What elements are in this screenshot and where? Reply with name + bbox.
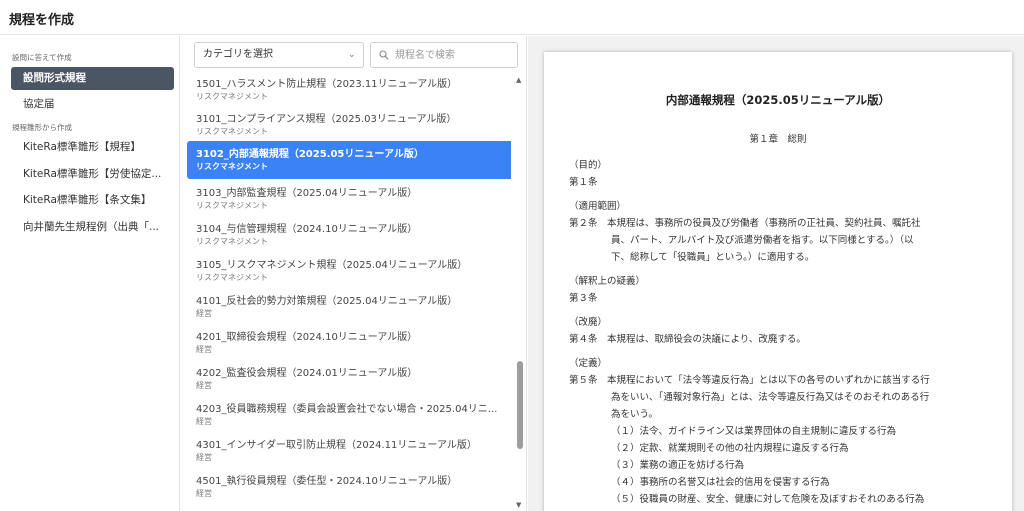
rule-list: 1501_ハラスメント防止規程（2023.11リニューアル版） リスクマネジメン… [181,74,511,511]
list-item-category: 経営 [196,453,212,462]
chevron-down-icon: ⌄ [347,49,356,60]
scroll-up-icon[interactable]: ▲ [516,76,521,84]
doc-line: 第２条 本規程は、事務所の役員及び労働者（事務所の正社員、契約社員、嘱託社 [569,218,921,229]
list-item-category: リスクマネジメント [196,162,268,171]
doc-line: 第４条 本規程は、取締役会の決議により、改廃する。 [569,334,806,345]
sidebar-item-kitera-clauses[interactable]: KiteRa標準雛形【条文集】 [11,189,174,212]
scrollbar-thumb[interactable] [517,361,523,449]
list-item[interactable]: 4501_執行役員規程（委任型・2024.10リニューアル版） 経営 [187,469,511,503]
search-input[interactable] [395,46,513,64]
sidebar-section-questions: 設問に答えて作成 [12,53,72,62]
list-item-category: 経営 [196,345,212,354]
doc-line: （１）法令、ガイドライン又は業界団体の自主規制に違反する行為 [611,426,897,437]
sidebar-item-agreement[interactable]: 協定届 [11,93,174,116]
search-icon [379,50,389,60]
sidebar-section-templates: 規程雛形から作成 [12,123,72,132]
doc-line: （改廃） [569,317,608,328]
doc-line: （解釈上の疑義） [569,276,646,287]
list-item-title: 3103_内部監査規程（2025.04リニューアル版） [196,188,418,199]
document-preview-pane: 内部通報規程（2025.05リニューアル版） 第１章 総則 （目的） 第１条 （… [528,36,1024,511]
doc-line: 為をいい、「通報対象行為」とは、法令等違反行為又はそのおそれのある行 [611,392,930,403]
list-item-title: 4101_反社会的勢力対策規程（2025.04リニューアル版） [196,296,458,307]
list-item-category: リスクマネジメント [196,201,268,210]
list-item-category: リスクマネジメント [196,127,268,136]
doc-line: 第３条 [569,293,598,304]
list-item-title: 3105_リスクマネジメント規程（2025.04リニューアル版） [196,260,468,271]
list-item-title: 4301_インサイダー取引防止規程（2024.11リニューアル版） [196,440,477,451]
doc-line: （目的） [569,160,608,171]
list-scrollbar[interactable]: ▲ ▼ [514,74,526,511]
sidebar-item-question-format[interactable]: 設問形式規程 [11,67,174,90]
list-item[interactable]: 4203_役員職務規程（委員会設置会社でない場合・2025.04リニ... 経営 [187,397,511,431]
list-item[interactable]: 3104_与信管理規程（2024.10リニューアル版） リスクマネジメント [187,217,511,251]
doc-line: 第５条 本規程において「法令等違反行為」とは以下の各号のいずれかに該当する行 [569,375,930,386]
list-item[interactable]: 3105_リスクマネジメント規程（2025.04リニューアル版） リスクマネジメ… [187,253,511,287]
doc-line: 為をいう。 [611,409,658,420]
list-item-title: 4501_執行役員規程（委任型・2024.10リニューアル版） [196,476,458,487]
search-box[interactable] [370,42,518,68]
document-page: 内部通報規程（2025.05リニューアル版） 第１章 総則 （目的） 第１条 （… [544,52,1012,511]
top-bar: 規程を作成 [0,0,1024,35]
document-title: 内部通報規程（2025.05リニューアル版） [665,93,891,107]
list-item[interactable]: 3103_内部監査規程（2025.04リニューアル版） リスクマネジメント [187,181,511,215]
scroll-down-icon[interactable]: ▼ [516,501,521,509]
document-chapter: 第１章 総則 [749,134,807,145]
sidebar-item-mukai[interactable]: 向井蘭先生規程例（出典「... [11,216,174,239]
doc-line: （３）業務の適正を妨げる行為 [611,460,745,471]
list-item-category: リスクマネジメント [196,273,268,282]
doc-line: （適用範囲） [569,201,627,212]
list-item-title: 4202_監査役会規程（2024.01リニューアル版） [196,368,418,379]
list-item[interactable]: 4201_取締役会規程（2024.10リニューアル版） 経営 [187,325,511,359]
category-select-value: カテゴリを選択 [203,49,273,60]
list-item-category: 経営 [196,417,212,426]
list-item-title: 3102_内部通報規程（2025.05リニューアル版） [196,149,424,160]
list-item[interactable]: 4301_インサイダー取引防止規程（2024.11リニューアル版） 経営 [187,433,511,467]
list-item-category: リスクマネジメント [196,237,268,246]
doc-line: （５）役職員の財産、安全、健康に対して危険を及ぼすおそれのある行為 [611,494,925,505]
list-item[interactable]: 3101_コンプライアンス規程（2025.03リニューアル版） リスクマネジメン… [187,107,511,141]
list-item-title: 1501_ハラスメント防止規程（2023.11リニューアル版） [196,79,458,90]
list-item-category: 経営 [196,309,212,318]
sidebar-item-kitera-rules[interactable]: KiteRa標準雛形【規程】 [11,136,174,159]
doc-line: 員、パート、アルバイト及び派遣労働者を指す。以下同様とする。）（以 [611,235,914,246]
doc-line: （２）定款、就業規則その他の社内規程に違反する行為 [611,443,849,454]
sidebar-item-kitera-labor[interactable]: KiteRa標準雛形【労使協定... [11,163,174,186]
list-item[interactable]: 4202_監査役会規程（2024.01リニューアル版） 経営 [187,361,511,395]
list-item[interactable]: 1501_ハラスメント防止規程（2023.11リニューアル版） リスクマネジメン… [187,74,511,106]
list-item-selected[interactable]: 3102_内部通報規程（2025.05リニューアル版） リスクマネジメント [187,141,511,179]
doc-line: （定義） [569,358,608,369]
page-title: 規程を作成 [9,13,75,28]
doc-line: 第１条 [569,177,598,188]
list-item-category: リスクマネジメント [196,92,268,101]
list-item[interactable]: 4101_反社会的勢力対策規程（2025.04リニューアル版） 経営 [187,289,511,323]
list-item-title: 4203_役員職務規程（委員会設置会社でない場合・2025.04リニ... [196,404,498,415]
sidebar: 設問に答えて作成 設問形式規程 協定届 規程雛形から作成 KiteRa標準雛形【… [0,36,180,511]
list-item-title: 3101_コンプライアンス規程（2025.03リニューアル版） [196,114,457,125]
list-item-title: 4201_取締役会規程（2024.10リニューアル版） [196,332,418,343]
list-item-title: 3104_与信管理規程（2024.10リニューアル版） [196,224,418,235]
doc-line: （４）事務所の名誉又は社会的信用を侵害する行為 [611,477,830,488]
rule-list-pane: カテゴリを選択 ⌄ 1501_ハラスメント防止規程（2023.11リニューアル版… [181,36,527,511]
doc-line: 下、総称して「役職員」という。）に適用する。 [611,252,815,263]
list-item-category: 経営 [196,489,212,498]
list-item-category: 経営 [196,381,212,390]
category-select[interactable]: カテゴリを選択 ⌄ [194,42,364,68]
